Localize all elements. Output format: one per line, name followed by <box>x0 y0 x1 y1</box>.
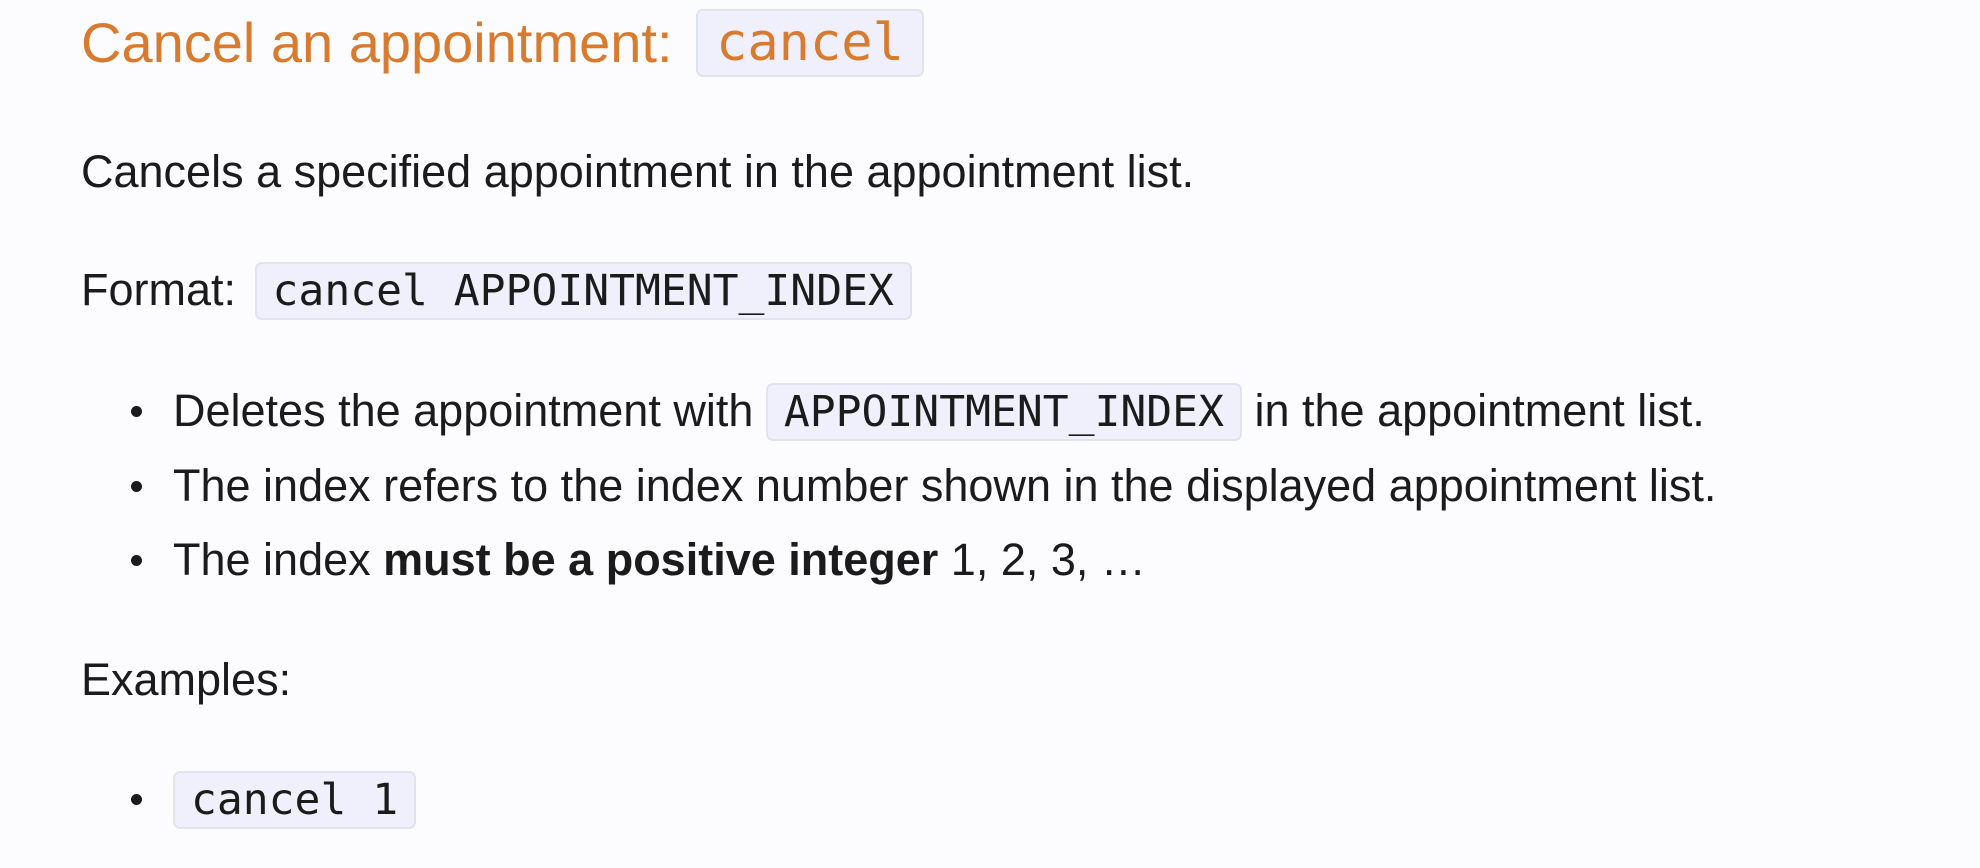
bullet-icon <box>131 794 142 805</box>
bullet-icon <box>131 555 142 566</box>
details-list: Deletes the appointment with APPOINTMENT… <box>81 374 1716 597</box>
emphasis-text: must be a positive integer <box>383 534 939 585</box>
format-code: cancel APPOINTMENT_INDEX <box>254 262 912 320</box>
format-label: Format: <box>81 264 237 315</box>
heading-text: Cancel an appointment: <box>81 11 673 74</box>
section-heading: Cancel an appointment: cancel <box>81 6 924 80</box>
heading-command-code: cancel <box>696 9 924 77</box>
inline-code: APPOINTMENT_INDEX <box>765 383 1242 441</box>
list-item: The index must be a positive integer 1, … <box>81 523 1716 597</box>
example-code: cancel 1 <box>173 771 417 829</box>
examples-list: cancel 1 <box>81 762 417 837</box>
examples-label: Examples: <box>81 654 292 705</box>
list-item: The index refers to the index number sho… <box>81 449 1716 523</box>
command-description: Cancels a specified appointment in the a… <box>81 146 1195 197</box>
bullet-icon <box>131 481 142 492</box>
format-line: Format: cancel APPOINTMENT_INDEX <box>81 260 912 321</box>
list-item: Deletes the appointment with APPOINTMENT… <box>81 374 1716 449</box>
bullet-icon <box>131 406 142 417</box>
list-item: cancel 1 <box>81 762 417 837</box>
